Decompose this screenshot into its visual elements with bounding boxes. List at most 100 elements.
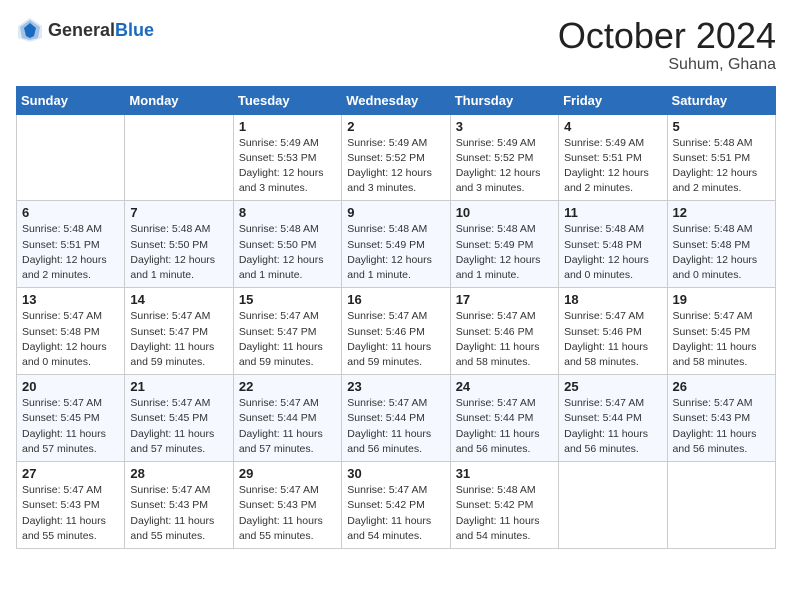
day-number: 26 <box>673 379 770 394</box>
day-number: 22 <box>239 379 336 394</box>
logo-blue: Blue <box>115 20 154 40</box>
calendar-cell <box>125 114 233 201</box>
day-info: Sunrise: 5:49 AMSunset: 5:51 PMDaylight:… <box>564 136 661 197</box>
calendar-cell: 19Sunrise: 5:47 AMSunset: 5:45 PMDayligh… <box>667 288 775 375</box>
day-info: Sunrise: 5:47 AMSunset: 5:44 PMDaylight:… <box>347 396 444 457</box>
logo-text: GeneralBlue <box>48 20 154 41</box>
calendar-week-row: 13 Sunrise: 5:47 AMSunset: 5:48 PMDayligh… <box>17 288 776 375</box>
day-info: Sunrise: 5:49 AMSunset: 5:52 PMDaylight:… <box>456 136 553 197</box>
calendar-cell: 18Sunrise: 5:47 AMSunset: 5:46 PMDayligh… <box>559 288 667 375</box>
calendar-cell: 1Sunrise: 5:49 AMSunset: 5:53 PMDaylight… <box>233 114 341 201</box>
calendar-cell: 15 Sunrise: 5:47 AMSunset: 5:47 PMDayligh… <box>233 288 341 375</box>
calendar-cell: 10 Sunrise: 5:48 AMSunset: 5:49 PMDayligh… <box>450 201 558 288</box>
day-number: 20 <box>22 379 119 394</box>
day-info: Sunrise: 5:47 AMSunset: 5:43 PMDaylight:… <box>673 396 770 457</box>
day-info: Sunrise: 5:49 AMSunset: 5:52 PMDaylight:… <box>347 136 444 197</box>
day-number: 12 <box>673 205 770 220</box>
day-info: Sunrise: 5:48 AMSunset: 5:51 PMDaylight:… <box>673 136 770 197</box>
calendar-cell: 28 Sunrise: 5:47 AMSunset: 5:43 PMDayligh… <box>125 462 233 549</box>
calendar-cell: 25 Sunrise: 5:47 AMSunset: 5:44 PMDayligh… <box>559 375 667 462</box>
calendar-cell: 20 Sunrise: 5:47 AMSunset: 5:45 PMDayligh… <box>17 375 125 462</box>
day-number: 19 <box>673 292 770 307</box>
weekday-header: Thursday <box>450 86 558 114</box>
weekday-header: Friday <box>559 86 667 114</box>
day-info: Sunrise: 5:47 AMSunset: 5:47 PMDaylight:… <box>239 309 336 370</box>
calendar-cell: 29 Sunrise: 5:47 AMSunset: 5:43 PMDayligh… <box>233 462 341 549</box>
day-number: 16 <box>347 292 444 307</box>
day-info: Sunrise: 5:47 AMSunset: 5:43 PMDaylight:… <box>239 483 336 544</box>
logo-icon <box>16 16 44 44</box>
day-number: 30 <box>347 466 444 481</box>
day-number: 11 <box>564 205 661 220</box>
day-info: Sunrise: 5:48 AMSunset: 5:48 PMDaylight:… <box>564 222 661 283</box>
day-number: 31 <box>456 466 553 481</box>
day-info: Sunrise: 5:47 AMSunset: 5:44 PMDaylight:… <box>456 396 553 457</box>
calendar-cell: 9 Sunrise: 5:48 AMSunset: 5:49 PMDaylight… <box>342 201 450 288</box>
day-number: 13 <box>22 292 119 307</box>
weekday-header: Sunday <box>17 86 125 114</box>
day-number: 29 <box>239 466 336 481</box>
calendar-cell: 17Sunrise: 5:47 AMSunset: 5:46 PMDayligh… <box>450 288 558 375</box>
day-info: Sunrise: 5:48 AMSunset: 5:50 PMDaylight:… <box>130 222 227 283</box>
day-info: Sunrise: 5:49 AMSunset: 5:53 PMDaylight:… <box>239 136 336 197</box>
day-info: Sunrise: 5:47 AMSunset: 5:44 PMDaylight:… <box>239 396 336 457</box>
title-block: October 2024 Suhum, Ghana <box>558 16 776 74</box>
location: Suhum, Ghana <box>558 56 776 74</box>
calendar-cell: 22 Sunrise: 5:47 AMSunset: 5:44 PMDayligh… <box>233 375 341 462</box>
day-info: Sunrise: 5:47 AMSunset: 5:48 PMDaylight:… <box>22 309 119 370</box>
day-info: Sunrise: 5:47 AMSunset: 5:46 PMDaylight:… <box>564 309 661 370</box>
day-info: Sunrise: 5:47 AMSunset: 5:47 PMDaylight:… <box>130 309 227 370</box>
month-title: October 2024 <box>558 16 776 56</box>
day-info: Sunrise: 5:47 AMSunset: 5:45 PMDaylight:… <box>22 396 119 457</box>
calendar-cell: 24 Sunrise: 5:47 AMSunset: 5:44 PMDayligh… <box>450 375 558 462</box>
calendar-week-row: 6 Sunrise: 5:48 AMSunset: 5:51 PMDaylight… <box>17 201 776 288</box>
calendar-cell: 7 Sunrise: 5:48 AMSunset: 5:50 PMDaylight… <box>125 201 233 288</box>
calendar-cell: 14 Sunrise: 5:47 AMSunset: 5:47 PMDayligh… <box>125 288 233 375</box>
calendar-cell: 13 Sunrise: 5:47 AMSunset: 5:48 PMDayligh… <box>17 288 125 375</box>
day-number: 9 <box>347 205 444 220</box>
calendar-cell: 16 Sunrise: 5:47 AMSunset: 5:46 PMDayligh… <box>342 288 450 375</box>
calendar-cell: 8Sunrise: 5:48 AMSunset: 5:50 PMDaylight… <box>233 201 341 288</box>
calendar-week-row: 27 Sunrise: 5:47 AMSunset: 5:43 PMDayligh… <box>17 462 776 549</box>
day-info: Sunrise: 5:48 AMSunset: 5:50 PMDaylight:… <box>239 222 336 283</box>
day-number: 14 <box>130 292 227 307</box>
logo-general: General <box>48 20 115 40</box>
day-info: Sunrise: 5:47 AMSunset: 5:43 PMDaylight:… <box>22 483 119 544</box>
day-info: Sunrise: 5:48 AMSunset: 5:49 PMDaylight:… <box>347 222 444 283</box>
calendar-cell: 2Sunrise: 5:49 AMSunset: 5:52 PMDaylight… <box>342 114 450 201</box>
day-info: Sunrise: 5:48 AMSunset: 5:49 PMDaylight:… <box>456 222 553 283</box>
day-number: 27 <box>22 466 119 481</box>
weekday-header: Tuesday <box>233 86 341 114</box>
day-number: 4 <box>564 119 661 134</box>
calendar-cell: 30 Sunrise: 5:47 AMSunset: 5:42 PMDayligh… <box>342 462 450 549</box>
day-info: Sunrise: 5:47 AMSunset: 5:44 PMDaylight:… <box>564 396 661 457</box>
calendar-cell: 4 Sunrise: 5:49 AMSunset: 5:51 PMDaylight… <box>559 114 667 201</box>
day-number: 10 <box>456 205 553 220</box>
day-number: 28 <box>130 466 227 481</box>
day-info: Sunrise: 5:48 AMSunset: 5:51 PMDaylight:… <box>22 222 119 283</box>
calendar-cell: 23 Sunrise: 5:47 AMSunset: 5:44 PMDayligh… <box>342 375 450 462</box>
day-number: 23 <box>347 379 444 394</box>
calendar-table: SundayMondayTuesdayWednesdayThursdayFrid… <box>16 86 776 549</box>
calendar-cell: 3 Sunrise: 5:49 AMSunset: 5:52 PMDaylight… <box>450 114 558 201</box>
day-number: 6 <box>22 205 119 220</box>
day-number: 15 <box>239 292 336 307</box>
day-number: 24 <box>456 379 553 394</box>
weekday-header: Wednesday <box>342 86 450 114</box>
day-number: 25 <box>564 379 661 394</box>
day-number: 3 <box>456 119 553 134</box>
day-number: 17 <box>456 292 553 307</box>
day-number: 5 <box>673 119 770 134</box>
calendar-cell: 11 Sunrise: 5:48 AMSunset: 5:48 PMDayligh… <box>559 201 667 288</box>
page-header: GeneralBlue October 2024 Suhum, Ghana <box>16 16 776 74</box>
day-number: 7 <box>130 205 227 220</box>
calendar-cell <box>667 462 775 549</box>
calendar-week-row: 1Sunrise: 5:49 AMSunset: 5:53 PMDaylight… <box>17 114 776 201</box>
calendar-cell: 21Sunrise: 5:47 AMSunset: 5:45 PMDayligh… <box>125 375 233 462</box>
day-info: Sunrise: 5:47 AMSunset: 5:42 PMDaylight:… <box>347 483 444 544</box>
day-info: Sunrise: 5:47 AMSunset: 5:46 PMDaylight:… <box>347 309 444 370</box>
day-info: Sunrise: 5:47 AMSunset: 5:45 PMDaylight:… <box>130 396 227 457</box>
day-info: Sunrise: 5:48 AMSunset: 5:42 PMDaylight:… <box>456 483 553 544</box>
calendar-cell: 6 Sunrise: 5:48 AMSunset: 5:51 PMDaylight… <box>17 201 125 288</box>
day-info: Sunrise: 5:47 AMSunset: 5:43 PMDaylight:… <box>130 483 227 544</box>
